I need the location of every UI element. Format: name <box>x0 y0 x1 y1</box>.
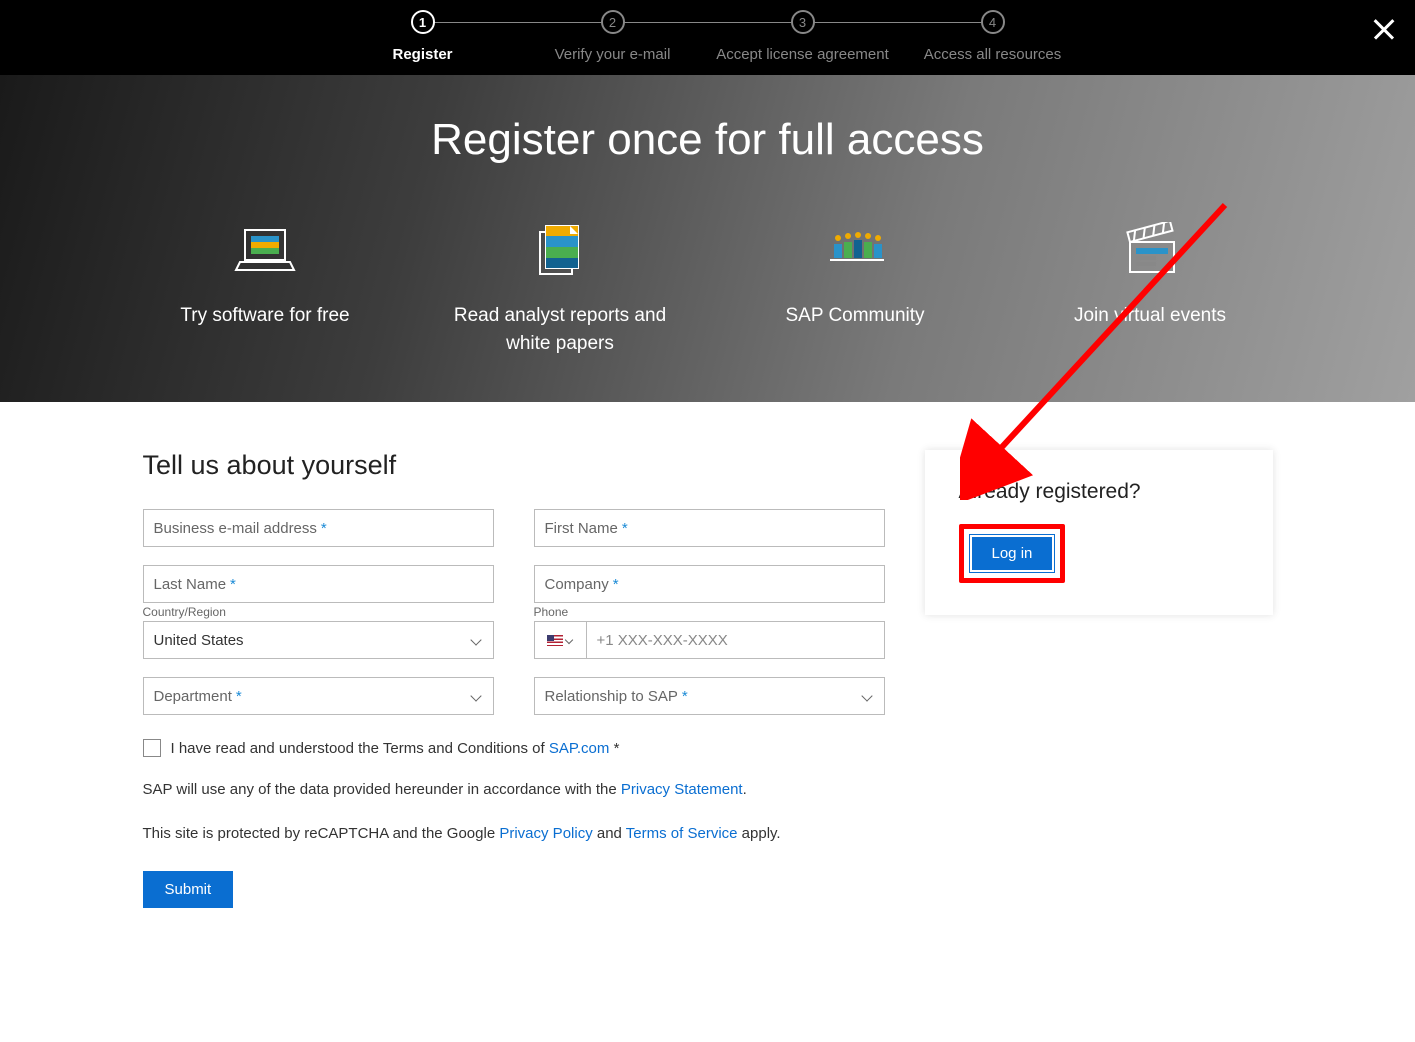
hero: Register once for full access Try softwa… <box>0 75 1415 402</box>
clapperboard-icon <box>1120 220 1180 280</box>
phone-input[interactable]: +1 XXX-XXX-XXXX <box>586 621 885 659</box>
relationship-select[interactable]: Relationship to SAP* <box>534 677 885 715</box>
google-terms-of-service-link[interactable]: Terms of Service <box>626 825 738 842</box>
already-registered-card: Already registered? Log in <box>925 450 1273 615</box>
last-name-field[interactable]: Last Name* <box>143 565 494 603</box>
phone-field-wrapper: Phone +1 XXX-XXX-XXXX <box>534 621 885 659</box>
stepper-bar: 1 Register 2 Verify your e-mail 3 Accept… <box>0 0 1415 75</box>
stepper-line <box>423 22 993 23</box>
step-label: Accept license agreement <box>716 46 889 63</box>
benefit-community: SAP Community <box>708 220 1003 357</box>
step-verify-email[interactable]: 2 Verify your e-mail <box>518 10 708 63</box>
benefit-reports: Read analyst reports and white papers <box>413 220 708 357</box>
sap-com-link[interactable]: SAP.com <box>549 740 610 757</box>
content-area: Tell us about yourself Business e-mail a… <box>143 402 1273 958</box>
step-number: 1 <box>411 10 435 34</box>
step-number: 3 <box>791 10 815 34</box>
step-label: Register <box>392 46 452 63</box>
terms-checkbox-row: I have read and understood the Terms and… <box>143 739 885 757</box>
login-button[interactable]: Log in <box>970 535 1055 572</box>
recaptcha-text: This site is protected by reCAPTCHA and … <box>143 823 885 845</box>
terms-checkbox[interactable] <box>143 739 161 757</box>
first-name-field[interactable]: First Name* <box>534 509 885 547</box>
documents-icon <box>532 220 588 280</box>
laptop-icon <box>234 220 296 280</box>
already-registered-heading: Already registered? <box>959 480 1239 504</box>
country-select[interactable]: United States <box>143 621 494 659</box>
stepper: 1 Register 2 Verify your e-mail 3 Accept… <box>328 10 1088 63</box>
side-column: Already registered? Log in <box>925 450 1273 908</box>
step-accept-license[interactable]: 3 Accept license agreement <box>708 10 898 63</box>
step-number: 2 <box>601 10 625 34</box>
community-icon <box>826 220 884 280</box>
us-flag-icon <box>547 635 563 646</box>
chevron-down-icon <box>471 690 483 702</box>
phone-label: Phone <box>534 605 569 619</box>
benefit-try-software: Try software for free <box>118 220 413 357</box>
department-select[interactable]: Department* <box>143 677 494 715</box>
email-field[interactable]: Business e-mail address* <box>143 509 494 547</box>
step-number: 4 <box>981 10 1005 34</box>
terms-text: I have read and understood the Terms and… <box>171 740 620 757</box>
step-access-resources[interactable]: 4 Access all resources <box>898 10 1088 63</box>
google-privacy-policy-link[interactable]: Privacy Policy <box>499 825 592 842</box>
country-field-wrapper: Country/Region United States <box>143 621 494 659</box>
benefit-label: Read analyst reports and white papers <box>431 302 690 357</box>
login-highlight-annotation: Log in <box>959 524 1066 583</box>
privacy-text: SAP will use any of the data provided he… <box>143 779 885 801</box>
benefit-label: SAP Community <box>785 302 924 330</box>
privacy-statement-link[interactable]: Privacy Statement <box>621 781 743 798</box>
submit-button[interactable]: Submit <box>143 871 234 908</box>
chevron-down-icon <box>862 690 874 702</box>
step-label: Access all resources <box>924 46 1062 63</box>
phone-country-code-select[interactable] <box>534 621 586 659</box>
close-icon[interactable] <box>1371 16 1397 42</box>
form-heading: Tell us about yourself <box>143 450 885 481</box>
step-label: Verify your e-mail <box>555 46 671 63</box>
benefit-label: Try software for free <box>180 302 349 330</box>
company-field[interactable]: Company* <box>534 565 885 603</box>
benefits-row: Try software for free Read analyst repor… <box>118 220 1298 357</box>
chevron-down-icon <box>471 634 483 646</box>
country-label: Country/Region <box>143 605 226 619</box>
benefit-label: Join virtual events <box>1074 302 1226 330</box>
registration-form: Tell us about yourself Business e-mail a… <box>143 450 885 908</box>
step-register[interactable]: 1 Register <box>328 10 518 63</box>
chevron-down-icon <box>566 636 574 644</box>
benefit-events: Join virtual events <box>1003 220 1298 357</box>
hero-title: Register once for full access <box>0 115 1415 165</box>
